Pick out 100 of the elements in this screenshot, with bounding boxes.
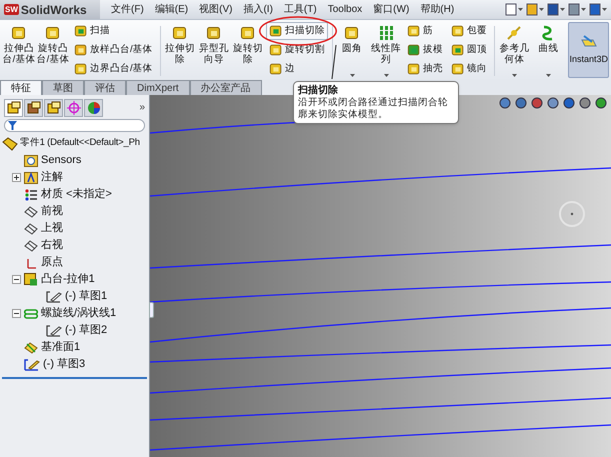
block-icon [74,24,88,38]
menu-item[interactable]: 帮助(H) [415,2,460,17]
quick-access-button[interactable] [568,3,586,16]
tool-button[interactable]: 旋转切除 [230,22,265,65]
command-tab[interactable]: 草图 [42,80,84,95]
tool-button[interactable]: 边 [266,60,298,78]
caret-icon[interactable] [350,74,355,77]
tool-button[interactable]: 包覆 [448,22,490,40]
view-tool-icon[interactable] [547,97,559,109]
command-tab[interactable]: DimXpert [126,80,190,95]
sparkle-icon [506,25,522,41]
tree-item[interactable]: 零件1 (Default<<Default>_Ph [20,136,140,151]
tool-button[interactable]: 圆角 [335,22,370,54]
panel-icon [26,100,40,114]
collapse-toggle[interactable] [12,275,21,284]
tree-item[interactable]: (-) 草图3 [43,356,86,373]
menu-item[interactable]: 编辑(E) [150,2,194,17]
sketch-icon [24,358,40,371]
view-tool-icon[interactable] [515,97,527,109]
tool-button[interactable]: 拉伸凸台/基体 [2,22,36,65]
toolbar-icon [526,3,538,16]
block-icon [268,62,283,76]
toolbar-icon [568,3,580,16]
tool-button[interactable]: 拉伸切除 [162,22,197,65]
panel-tab[interactable] [24,98,43,116]
menu-item[interactable]: 文件(F) [106,2,149,17]
tool-button[interactable]: 圆顶 [448,41,490,59]
tool-button[interactable]: 曲线 [531,22,566,54]
tree-item[interactable]: 基准面1 [41,339,80,356]
menu-item[interactable]: 工具(T) [278,2,322,17]
panel-splitter-handle[interactable] [149,302,154,318]
sketch-icon [46,324,62,337]
tool-button[interactable]: 扫描 [71,22,113,40]
expand-toggle[interactable] [12,173,21,182]
caret-icon[interactable] [581,8,586,11]
panel-icon [6,100,20,114]
view-tool-icon[interactable] [595,97,607,109]
panel-tab[interactable] [4,98,23,116]
caret-icon[interactable] [560,8,565,11]
quick-access-button[interactable] [505,3,523,16]
tool-button[interactable]: 旋转凸台/基体 [36,22,70,65]
block-icon [206,25,222,41]
command-tab[interactable]: 评估 [84,80,126,95]
tool-button[interactable]: 异型孔向导 [196,22,231,65]
instant3d-toggle[interactable]: Instant3D [568,22,610,78]
view-tool-icon[interactable] [531,97,543,109]
gauge-icon [24,154,38,166]
caret-icon[interactable] [546,74,551,77]
tree-item[interactable]: 注解 [41,169,63,186]
caret-icon[interactable] [602,8,607,11]
view-tool-icon[interactable] [563,97,575,109]
tooltip-text: 沿开环或闭合路径通过扫描闭合轮廓来切除实体模型。 [298,97,449,121]
tool-button[interactable]: 放样凸台/基体 [71,41,156,59]
view-tool-icon[interactable] [499,97,511,109]
crosshair-icon [66,100,80,114]
menu-item[interactable]: 窗口(W) [368,2,414,17]
filter-field[interactable] [4,119,145,132]
plane-icon [24,222,38,234]
tree-item[interactable]: 凸台-拉伸1 [41,271,95,288]
caret-icon[interactable] [384,74,389,77]
panel-tab[interactable] [44,98,63,116]
menu-item[interactable]: 视图(V) [194,2,238,17]
tool-button[interactable]: 拔模 [404,41,446,59]
toolbar-icon [589,3,601,16]
tree-item[interactable]: 前视 [41,203,63,220]
view-tool-icon[interactable] [579,97,591,109]
tree-item[interactable]: 材质 <未指定> [41,186,112,203]
command-tab[interactable]: 特征 [0,80,42,95]
quick-access-button[interactable] [589,3,607,16]
more-tabs-button[interactable]: » [139,100,145,115]
quick-access-button[interactable] [547,3,565,16]
pie-icon [86,100,100,114]
tree-item[interactable]: 原点 [41,254,63,271]
tree-item[interactable]: 右视 [41,237,63,254]
command-tab[interactable]: 办公室产品 [190,80,262,95]
menu-item[interactable]: 插入(I) [238,2,278,17]
quick-access-button[interactable] [526,3,544,16]
caret-icon[interactable] [539,8,544,11]
tool-button[interactable]: 扫描切除 [266,22,328,40]
tool-button[interactable]: 线性阵列 [369,22,404,65]
caret-icon[interactable] [512,74,517,77]
tool-button[interactable]: 参考几何体 [497,22,532,65]
tool-button[interactable]: 镜向 [448,60,490,78]
tree-item[interactable]: 上视 [41,220,63,237]
dot-grid-icon [378,25,394,41]
tool-button[interactable]: 边界凸台/基体 [71,60,156,78]
tree-item[interactable]: Sensors [41,152,82,169]
caret-icon[interactable] [518,8,523,11]
block-icon [74,62,88,76]
material-icon [24,188,38,200]
leader-line [330,45,337,79]
tool-button[interactable]: 筋 [404,22,436,40]
collapse-toggle[interactable] [12,309,21,318]
block-icon [451,43,466,57]
tree-item[interactable]: 螺旋线/涡状线1 [41,305,116,322]
tree-item[interactable]: (-) 草图2 [65,322,108,339]
menu-item[interactable]: Toolbox [322,2,368,17]
tool-button[interactable]: 抽壳 [404,60,446,78]
tree-item[interactable]: (-) 草图1 [65,288,108,305]
panel-tab[interactable] [84,98,103,116]
